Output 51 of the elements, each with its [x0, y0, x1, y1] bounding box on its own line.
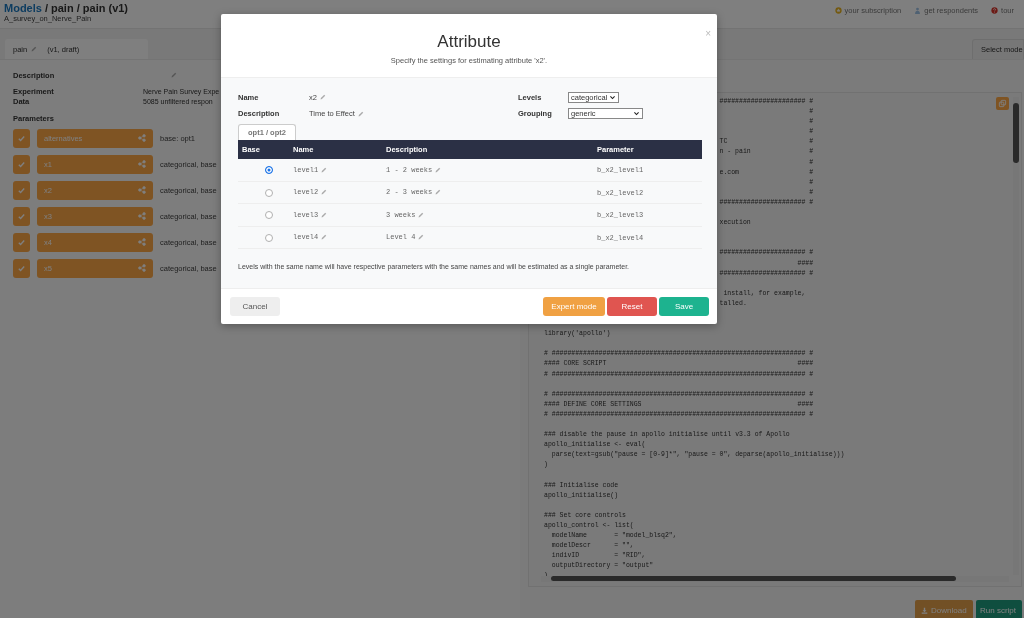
dialog-button[interactable]: Expert mode [543, 297, 605, 316]
pencil-icon[interactable] [321, 189, 328, 196]
share-icon [138, 160, 146, 168]
pencil-icon[interactable] [418, 234, 425, 241]
include-checkbox[interactable] [13, 232, 30, 252]
check-icon [17, 211, 26, 221]
check-icon [17, 185, 26, 195]
pencil-icon[interactable] [319, 94, 326, 101]
breadcrumb-link[interactable]: Models [4, 2, 42, 14]
share-icon [138, 238, 146, 246]
pencil-icon[interactable] [357, 110, 364, 117]
include-checkbox[interactable] [13, 206, 30, 226]
page-title: / pain / pain (v1) [44, 2, 129, 14]
script-action-button[interactable]: Run script [976, 600, 1022, 618]
dialog-button[interactable]: Reset [607, 297, 657, 316]
copy-button[interactable] [996, 97, 1009, 110]
pencil-icon[interactable] [31, 46, 38, 52]
dialog-title: Attribute [437, 32, 501, 52]
pencil-icon[interactable] [435, 166, 442, 173]
pencil-icon[interactable] [321, 211, 328, 218]
include-checkbox[interactable] [13, 180, 30, 200]
dialog-button[interactable]: Save [659, 297, 709, 316]
help-icon [991, 7, 999, 14]
check-icon [17, 263, 26, 273]
close-button[interactable]: × [705, 28, 711, 39]
pencil-icon[interactable] [435, 189, 442, 196]
download-icon [921, 606, 928, 614]
base-radio[interactable] [264, 211, 273, 220]
share-icon [138, 186, 146, 194]
base-radio[interactable] [264, 233, 273, 242]
caret-icon [633, 110, 640, 118]
include-checkbox[interactable] [13, 128, 30, 148]
pencil-icon[interactable] [321, 234, 328, 241]
check-icon [17, 237, 26, 247]
check-icon [17, 159, 26, 169]
pencil-icon[interactable] [171, 72, 178, 78]
caret-icon [609, 93, 616, 101]
pencil-icon[interactable] [418, 211, 425, 218]
person-icon [914, 7, 922, 14]
check-icon [17, 133, 26, 143]
include-checkbox[interactable] [13, 258, 30, 278]
copy-icon [998, 99, 1007, 108]
star-circle-icon [834, 7, 842, 14]
base-radio[interactable] [264, 188, 273, 197]
pencil-icon[interactable] [321, 166, 328, 173]
script-action-button[interactable]: Download [915, 600, 973, 618]
share-icon [138, 134, 146, 142]
dialog-button[interactable]: Cancel [230, 297, 280, 316]
share-icon [138, 212, 146, 220]
include-checkbox[interactable] [13, 154, 30, 174]
share-icon [138, 264, 146, 272]
